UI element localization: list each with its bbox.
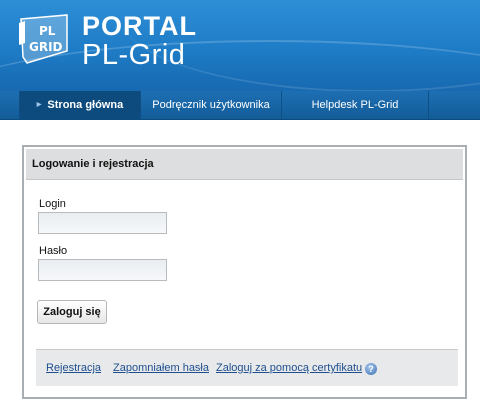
certificate-login-link[interactable]: Zaloguj za pomocą certyfikatu [216,362,362,374]
login-input[interactable] [38,212,167,234]
main-nav: ▶ Strona główna Podręcznik użytkownika He… [0,91,480,120]
nav-item-helpdesk[interactable]: Helpdesk PL-Grid [282,91,429,119]
password-label: Hasło [39,245,68,257]
nav-spacer [0,91,20,119]
plgrid-logo-icon: PL GRID [19,14,68,64]
help-icon[interactable]: ? [365,363,377,375]
nav-item-label: Helpdesk PL-Grid [311,99,399,111]
panel-title: Logowanie i rejestracja [26,149,463,180]
brand-plgrid: PL-Grid [82,39,186,71]
nav-item-label: Strona główna [47,99,124,111]
brand-portal: PORTAL [82,11,197,41]
header-banner: PL GRID PORTAL PL-Grid [0,0,480,91]
login-label: Login [39,198,66,210]
forgot-password-link[interactable]: Zapomniałem hasła [113,362,209,374]
bullet-icon: ▶ [36,102,42,109]
nav-item-user-manual[interactable]: Podręcznik użytkownika [141,91,282,119]
nav-item-label: Podręcznik użytkownika [152,99,270,111]
logo-mark-pl: PL [39,24,56,38]
password-input[interactable] [38,259,167,281]
login-panel: Logowanie i rejestracja Login Hasło Zalo… [22,145,467,399]
register-link[interactable]: Rejestracja [46,362,101,374]
brand-title: PORTAL PL-Grid [82,12,197,70]
login-button[interactable]: Zaloguj się [37,300,107,324]
panel-footer: Rejestracja Zapomniałem hasła Zaloguj za… [36,349,458,386]
logo-mark-grid: GRID [29,40,63,54]
nav-item-home[interactable]: ▶ Strona główna [20,91,141,119]
